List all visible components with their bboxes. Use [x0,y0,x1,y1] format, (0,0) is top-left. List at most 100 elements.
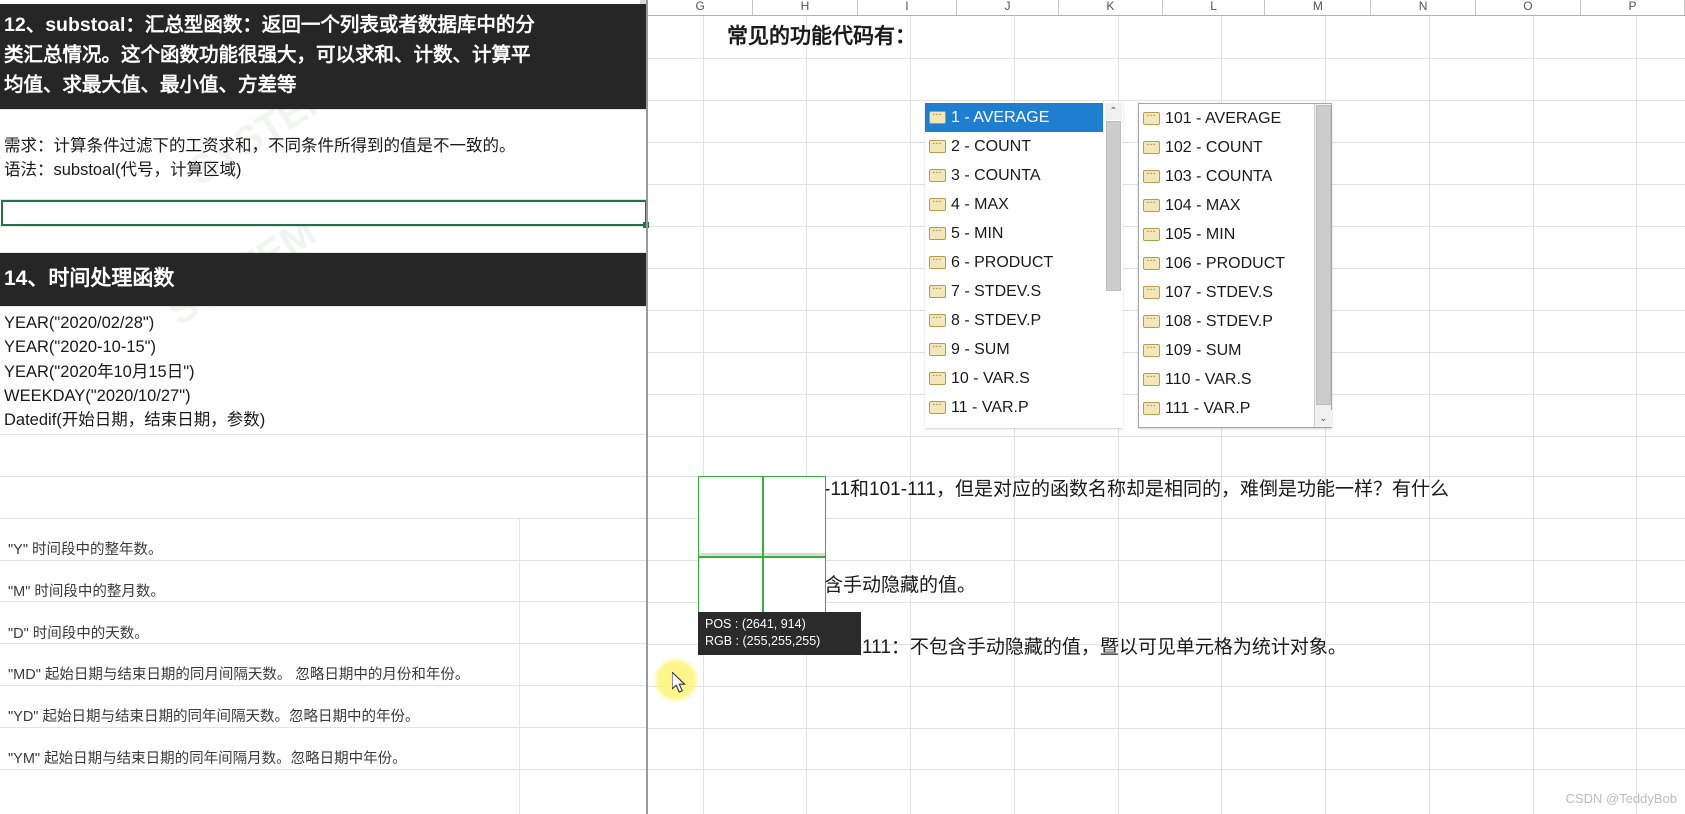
list-item[interactable]: 1 - AVERAGE [925,103,1103,132]
list-item[interactable]: 4 - MAX [925,190,1103,219]
paragraph-comparison: -11和101-111，但是对应的函数名称却是相同的，难倒是功能一样？有什么 [824,476,1449,504]
list-item[interactable]: 6 - PRODUCT [925,248,1103,277]
list-item[interactable]: 10 - VAR.S [925,364,1103,393]
formula-line-4: Datedif(开始日期，结束日期，参数) [4,408,265,433]
pixel-probe-tooltip: POS : (2641, 914) RGB : (255,255,255) [698,612,861,655]
datedif-param-ym: "YM" 起始日期与结束日期的同年间隔月数。忽略日期中年份。 [8,749,407,769]
list-item-label: 101 - AVERAGE [1165,110,1281,128]
function-icon [1143,257,1160,270]
column-header-G[interactable]: G [648,0,753,15]
list-item[interactable]: 106 - PRODUCT [1139,249,1314,278]
column-header-row[interactable]: G H I J K L M N O P [648,0,1685,16]
datedif-param-m: "M" 时间段中的整月数。 [8,582,165,602]
formula-line-2: YEAR("2020年10月15日") [4,360,195,385]
scroll-up-button[interactable]: ⌃ [1105,103,1122,120]
scrollbar-thumb[interactable] [1316,105,1331,405]
list-item[interactable]: 107 - STDEV.S [1139,278,1314,307]
list-item-label: 107 - STDEV.S [1165,284,1273,302]
column-header-K[interactable]: K [1059,0,1163,15]
list-item[interactable]: 109 - SUM [1139,336,1314,365]
list-item[interactable]: 7 - STDEV.S [925,277,1103,306]
listbox-basic-scrollbar[interactable]: ⌃ [1105,103,1122,428]
formula-line-0: YEAR("2020/02/28") [4,311,154,336]
function-icon [1143,286,1160,299]
function-code-listbox-hidden[interactable]: 101 - AVERAGE 102 - COUNT 103 - COUNTA 1… [1138,103,1332,428]
function-icon [1143,373,1160,386]
datedif-param-md: "MD" 起始日期与结束日期的同月间隔天数。 忽略日期中的月份和年份。 [8,665,469,685]
function-icon [929,169,946,182]
csdn-watermark: CSDN @TeddyBob [1566,791,1677,806]
list-item-label: 8 - STDEV.P [951,312,1041,330]
column-header-H[interactable]: H [753,0,858,15]
list-item-label: 7 - STDEV.S [951,283,1041,301]
list-item[interactable]: 108 - STDEV.P [1139,307,1314,336]
banner-line-2: 类汇总情况。这个函数功能很强大，可以求和、计数、计算平 [4,40,642,70]
syntax-text: 语法：substoal(代号，计算区域) [4,158,241,182]
list-item[interactable]: 102 - COUNT [1139,133,1314,162]
column-header-L[interactable]: L [1163,0,1266,15]
listbox-hidden-scrollbar[interactable]: ⌄ [1314,104,1331,427]
list-item-label: 105 - MIN [1165,226,1235,244]
list-item-label: 110 - VAR.S [1165,371,1252,389]
banner-line-3: 均值、求最大值、最小值、方差等 [4,70,642,100]
listbox-basic-items[interactable]: 1 - AVERAGE 2 - COUNT 3 - COUNTA 4 - MAX… [925,103,1103,428]
list-item-label: 10 - VAR.S [951,370,1030,388]
page-heading: 常见的功能代码有： [727,20,916,50]
function-code-listbox-basic[interactable]: 1 - AVERAGE 2 - COUNT 3 - COUNTA 4 - MAX… [925,103,1123,428]
pane-divider[interactable] [646,0,648,814]
scrollbar-thumb[interactable] [1106,121,1121,291]
function-icon [929,227,946,240]
column-header-M[interactable]: M [1265,0,1371,15]
list-item-label: 2 - COUNT [951,138,1031,156]
function-icon [1143,402,1160,415]
list-item[interactable]: 111 - VAR.P [1139,394,1314,423]
function-icon [1143,315,1160,328]
list-item[interactable]: 11 - VAR.P [925,393,1103,422]
column-header-J[interactable]: J [957,0,1059,15]
function-icon [1143,199,1160,212]
banner-line-1: 12、substoal：汇总型函数：返回一个列表或者数据库中的分 [4,10,642,40]
list-item-label: 103 - COUNTA [1165,168,1272,186]
list-item[interactable]: 104 - MAX [1139,191,1314,220]
function-icon [929,285,946,298]
column-header-I[interactable]: I [858,0,957,15]
list-item[interactable]: 9 - SUM [925,335,1103,364]
list-item-label: 102 - COUNT [1165,139,1263,157]
column-header-P[interactable]: P [1581,0,1685,15]
list-item-label: 108 - STDEV.P [1165,313,1273,331]
listbox-hidden-items[interactable]: 101 - AVERAGE 102 - COUNT 103 - COUNTA 1… [1139,104,1314,427]
function-icon [929,343,946,356]
banner-2-label: 14、时间处理函数 [4,267,174,290]
function-icon [929,111,946,124]
datedif-param-d: "D" 时间段中的天数。 [8,624,149,644]
function-icon [929,372,946,385]
probe-position-label: POS : (2641, 914) [705,616,854,633]
column-header-O[interactable]: O [1476,0,1581,15]
list-item-label: 4 - MAX [951,196,1009,214]
list-item[interactable]: 110 - VAR.S [1139,365,1314,394]
function-icon [929,140,946,153]
selected-cell-left[interactable] [1,200,647,226]
list-item[interactable]: 5 - MIN [925,219,1103,248]
scroll-down-button[interactable]: ⌄ [1315,410,1332,427]
list-item[interactable]: 3 - COUNTA [925,161,1103,190]
column-header-N[interactable]: N [1371,0,1476,15]
list-item[interactable]: 8 - STDEV.P [925,306,1103,335]
formula-line-1: YEAR("2020-10-15") [4,335,156,360]
list-item-label: 109 - SUM [1165,342,1241,360]
list-item[interactable]: 105 - MIN [1139,220,1314,249]
list-item[interactable]: 2 - COUNT [925,132,1103,161]
list-item-label: 106 - PRODUCT [1165,255,1285,273]
function-icon [929,401,946,414]
list-item-label: 1 - AVERAGE [951,109,1049,127]
function-icon [929,314,946,327]
function-icon [1143,228,1160,241]
list-item-label: 9 - SUM [951,341,1010,359]
section-banner-substotal: 12、substoal：汇总型函数：返回一个列表或者数据库中的分 类汇总情况。这… [0,4,648,109]
function-icon [1143,344,1160,357]
list-item-label: 104 - MAX [1165,197,1241,215]
list-item[interactable]: 101 - AVERAGE [1139,104,1314,133]
list-item[interactable]: 103 - COUNTA [1139,162,1314,191]
function-icon [1143,141,1160,154]
mouse-cursor-icon [672,672,690,696]
